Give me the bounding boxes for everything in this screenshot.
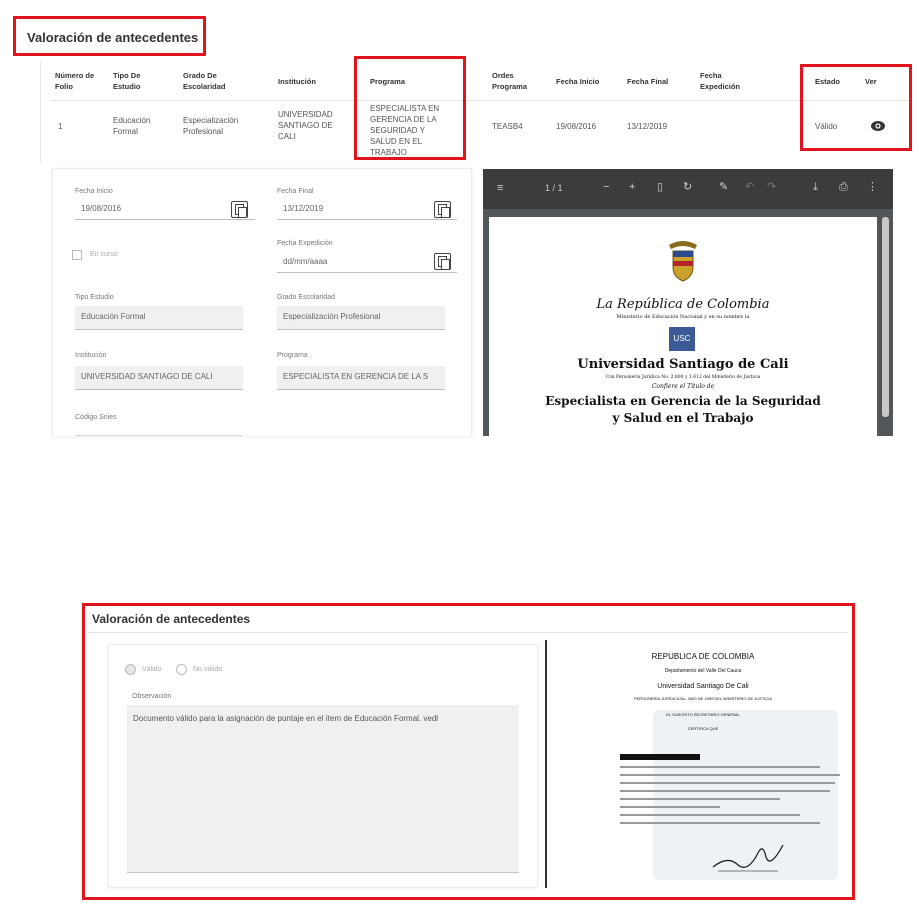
cell-institucion: UNIVERSIDAD SANTIAGO DE CALI <box>278 110 333 141</box>
cell-fecha-inicio: 19/08/2016 <box>556 122 597 131</box>
pdf-page: La República de Colombia Ministerio de E… <box>489 217 877 436</box>
grado-escolaridad-label: Grado Escolaridad <box>277 294 335 301</box>
menu-icon[interactable]: ≡ <box>497 182 503 194</box>
download-icon[interactable]: ⤓ <box>813 181 818 193</box>
header-grado: Grado De Escolaridad <box>183 71 226 91</box>
table-row[interactable]: 1 Educación Formal Especialización Profe… <box>50 101 910 159</box>
cert-line-departamento: Departamento del Valle Del Cauca <box>664 668 742 674</box>
cert-text-line <box>620 766 820 768</box>
radio-valid[interactable] <box>125 664 136 675</box>
copy-fecha-inicio-icon[interactable] <box>231 201 248 218</box>
radio-invalid[interactable] <box>176 664 187 675</box>
observation-textarea[interactable]: Documento válido para la asignación de p… <box>127 705 519 873</box>
panel-divider <box>545 640 547 888</box>
pdf-page-indicator[interactable]: 1 / 1 <box>545 182 563 194</box>
rotate-icon[interactable]: ↻ <box>683 181 692 193</box>
cert-line-republica: REPUBLICA DE COLOMBIA <box>651 652 755 661</box>
doc-line-ministerio: Ministerio de Educación Nacional y en su… <box>616 314 750 320</box>
pdf-scrollbar[interactable] <box>882 217 889 417</box>
more-icon[interactable]: ⋮ <box>867 181 878 193</box>
undo-icon[interactable]: ↶ <box>745 181 754 193</box>
programa-label: Programa <box>277 352 308 359</box>
cell-ordes: TEASB4 <box>492 122 523 131</box>
fecha-inicio-field[interactable]: 19/08/2016 <box>75 198 255 220</box>
cell-grado: Especialización Profesional <box>183 116 239 136</box>
cell-tipo: Educación Formal <box>113 116 151 136</box>
doc-line-salud: y Salud en el Trabajo <box>612 411 754 425</box>
cert-text-line <box>620 774 840 776</box>
doc-line-republica: La República de Colombia <box>596 297 770 312</box>
bottom-title: Valoración de antecedentes <box>92 612 251 626</box>
programa-field[interactable]: ESPECIALISTA EN GERENCIA DE LA S <box>277 366 445 390</box>
cert-text-line <box>620 790 830 792</box>
cert-line-universidad: Universidad Santiago De Cali <box>657 683 749 690</box>
en-curso-checkbox[interactable] <box>72 250 82 260</box>
observation-label: Observación <box>132 693 172 700</box>
signature-icon <box>708 835 788 875</box>
header-fecha-final: Fecha Final <box>627 77 669 86</box>
radio-valid-label: Válido <box>142 666 162 673</box>
programa-highlight <box>354 56 466 160</box>
fecha-final-field[interactable]: 13/12/2019 <box>277 198 457 220</box>
fecha-expedicion-label: Fecha Expedición <box>277 240 333 247</box>
radio-invalid-label: No válido <box>193 666 223 673</box>
zoom-in-icon[interactable]: + <box>629 181 635 193</box>
redacted-name-bar <box>620 754 700 760</box>
doc-line-personeria: Con Personería Jurídica No. 2.800 y 1.61… <box>605 375 761 380</box>
cell-folio: 1 <box>58 122 63 131</box>
doc-line-confiere: Confiere el Título de <box>651 383 715 390</box>
fit-page-icon[interactable]: ▯ <box>657 181 663 193</box>
doc-line-especialista: Especialista en Gerencia de la Seguridad <box>545 394 821 408</box>
en-curso-label: En curso <box>90 251 118 258</box>
annotate-icon[interactable]: ✎ <box>719 181 728 193</box>
print-icon[interactable]: ⎙ <box>839 181 848 193</box>
codigo-snies-label: Código Snies <box>75 414 117 421</box>
tipo-estudio-label: Tipo Estudio <box>75 294 114 301</box>
grado-escolaridad-field[interactable]: Especialización Profesional <box>277 306 445 330</box>
institucion-field[interactable]: UNIVERSIDAD SANTIAGO DE CALI <box>75 366 243 390</box>
cert-text-line <box>620 822 820 824</box>
top-section: Valoración de antecedentes Número de Fol… <box>0 0 919 440</box>
institucion-label: Institución <box>75 352 107 359</box>
fecha-inicio-label: Fecha Inicio <box>75 188 113 195</box>
pdf-viewer[interactable]: ≡ 1 / 1 − + ▯ ↻ ✎ ↶ ↷ ⤓ ⎙ ⋮ La República… <box>483 169 893 436</box>
header-fecha-expedicion: Fecha Expedición <box>700 71 741 91</box>
copy-fecha-final-icon[interactable] <box>434 201 451 218</box>
copy-fecha-expedicion-icon[interactable] <box>434 253 451 270</box>
bottom-title-divider <box>88 632 848 633</box>
cert-line-suscrito: EL SUSCRITO SECRETARIO GENERAL <box>666 712 740 717</box>
cert-text-line <box>620 806 720 808</box>
cert-line-certifica: CERTIFICA QUE <box>687 726 719 731</box>
header-tipo-estudio: Tipo De Estudio <box>113 71 141 91</box>
codigo-snies-field[interactable] <box>75 428 243 436</box>
cell-fecha-final: 13/12/2019 <box>627 122 668 131</box>
estado-highlight <box>800 64 912 151</box>
cert-text-line <box>620 798 780 800</box>
certificate-document: REPUBLICA DE COLOMBIA Departamento del V… <box>558 640 848 890</box>
header-numero-folio: Número de Folio <box>55 71 95 91</box>
zoom-out-icon[interactable]: − <box>603 181 609 193</box>
redo-icon[interactable]: ↷ <box>767 181 776 193</box>
fecha-expedicion-field[interactable]: dd/mm/aaaa <box>277 251 457 273</box>
doc-line-universidad: Universidad Santiago de Cali <box>577 357 789 372</box>
university-logo: USC <box>669 327 695 351</box>
cert-line-personeria: PERSONERÍA JURÍDICA No. 2800 DE 1959 DEL… <box>633 696 773 701</box>
tipo-estudio-field[interactable]: Educación Formal <box>75 306 243 330</box>
coat-of-arms-icon <box>665 239 701 283</box>
fecha-final-label: Fecha Final <box>277 188 314 195</box>
header-ordes: Ordes Programa <box>492 71 528 91</box>
pdf-toolbar: ≡ 1 / 1 − + ▯ ↻ ✎ ↶ ↷ ⤓ ⎙ ⋮ <box>483 169 893 209</box>
cert-text-line <box>620 782 835 784</box>
cert-text-line <box>620 814 800 816</box>
header-institucion: Institución <box>278 77 316 86</box>
page-title: Valoración de antecedentes <box>27 30 199 45</box>
header-fecha-inicio: Fecha Inicio <box>556 77 600 86</box>
